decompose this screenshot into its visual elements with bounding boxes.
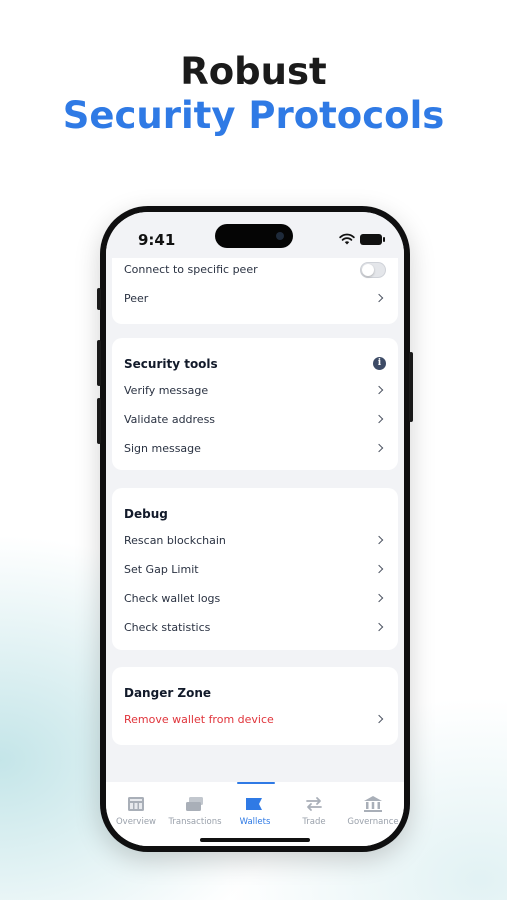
dynamic-island <box>215 224 293 248</box>
status-time: 9:41 <box>138 231 176 249</box>
tab-transactions-label: Transactions <box>168 817 222 827</box>
tab-bar: Overview Transactions Wallets Trade Gove… <box>106 782 404 846</box>
tab-governance[interactable]: Governance <box>343 794 403 827</box>
sign-message-label: Sign message <box>124 442 201 455</box>
chevron-right-icon <box>374 414 384 424</box>
connect-peer-label: Connect to specific peer <box>124 263 258 276</box>
active-tab-indicator <box>237 782 275 784</box>
tab-transactions[interactable]: Transactions <box>165 794 225 827</box>
chevron-right-icon <box>374 714 384 724</box>
wifi-icon <box>339 233 355 245</box>
tab-overview[interactable]: Overview <box>106 794 166 827</box>
phone-power-button <box>409 352 413 422</box>
phone-action-button <box>97 288 101 310</box>
check-wallet-logs-label: Check wallet logs <box>124 592 221 605</box>
promo-title-line-2: Security Protocols <box>62 94 445 137</box>
check-wallet-logs-row[interactable]: Check wallet logs <box>112 589 398 609</box>
promo-title-line-1: Robust <box>180 50 327 93</box>
chevron-right-icon <box>374 622 384 632</box>
check-statistics-label: Check statistics <box>124 621 211 634</box>
trade-icon <box>302 794 326 814</box>
home-indicator <box>200 838 310 842</box>
chevron-right-icon <box>374 593 384 603</box>
battery-icon <box>360 233 385 245</box>
chevron-right-icon <box>374 385 384 395</box>
tab-wallets[interactable]: Wallets <box>225 794 285 827</box>
chevron-right-icon <box>374 564 384 574</box>
chevron-right-icon <box>374 535 384 545</box>
verify-message-label: Verify message <box>124 384 209 397</box>
phone-volume-down-button <box>97 398 101 444</box>
overview-icon <box>124 794 148 814</box>
phone-frame: 9:41 Connect to specific peer Peer Secur… <box>97 206 413 852</box>
debug-card: Debug Rescan blockchain Set Gap Limit Ch… <box>112 488 398 650</box>
governance-icon <box>361 794 385 814</box>
security-tools-title: Security tools <box>124 357 218 371</box>
danger-zone-title: Danger Zone <box>124 686 212 700</box>
tab-governance-label: Governance <box>347 817 399 827</box>
danger-zone-card: Danger Zone Remove wallet from device <box>112 667 398 745</box>
set-gap-limit-row[interactable]: Set Gap Limit <box>112 560 398 580</box>
peer-row[interactable]: Peer <box>112 289 398 309</box>
toggle-knob <box>362 264 374 276</box>
validate-address-row[interactable]: Validate address <box>112 410 398 430</box>
peer-label: Peer <box>124 292 149 305</box>
verify-message-row[interactable]: Verify message <box>112 381 398 401</box>
chevron-right-icon <box>374 443 384 453</box>
connect-peer-row[interactable]: Connect to specific peer <box>112 260 398 280</box>
tab-trade[interactable]: Trade <box>284 794 344 827</box>
remove-wallet-row[interactable]: Remove wallet from device <box>112 710 398 730</box>
chevron-right-icon <box>374 293 384 303</box>
info-icon[interactable]: i <box>373 357 386 370</box>
rescan-blockchain-label: Rescan blockchain <box>124 534 226 547</box>
sign-message-row[interactable]: Sign message <box>112 439 398 459</box>
phone-screen: 9:41 Connect to specific peer Peer Secur… <box>106 212 404 846</box>
tab-trade-label: Trade <box>302 817 326 827</box>
security-tools-card: Security tools i Verify message Validate… <box>112 338 398 470</box>
debug-title: Debug <box>124 507 168 521</box>
wallet-icon <box>243 794 267 814</box>
validate-address-label: Validate address <box>124 413 216 426</box>
tab-overview-label: Overview <box>115 817 157 827</box>
phone-volume-up-button <box>97 340 101 386</box>
connect-peer-toggle[interactable] <box>360 262 386 278</box>
check-statistics-row[interactable]: Check statistics <box>112 618 398 638</box>
tab-wallets-label: Wallets <box>239 817 271 827</box>
camera-dot <box>276 232 284 240</box>
rescan-blockchain-row[interactable]: Rescan blockchain <box>112 531 398 551</box>
transactions-icon <box>183 794 207 814</box>
remove-wallet-label: Remove wallet from device <box>124 713 274 726</box>
set-gap-limit-label: Set Gap Limit <box>124 563 199 576</box>
status-bar: 9:41 <box>106 212 404 258</box>
